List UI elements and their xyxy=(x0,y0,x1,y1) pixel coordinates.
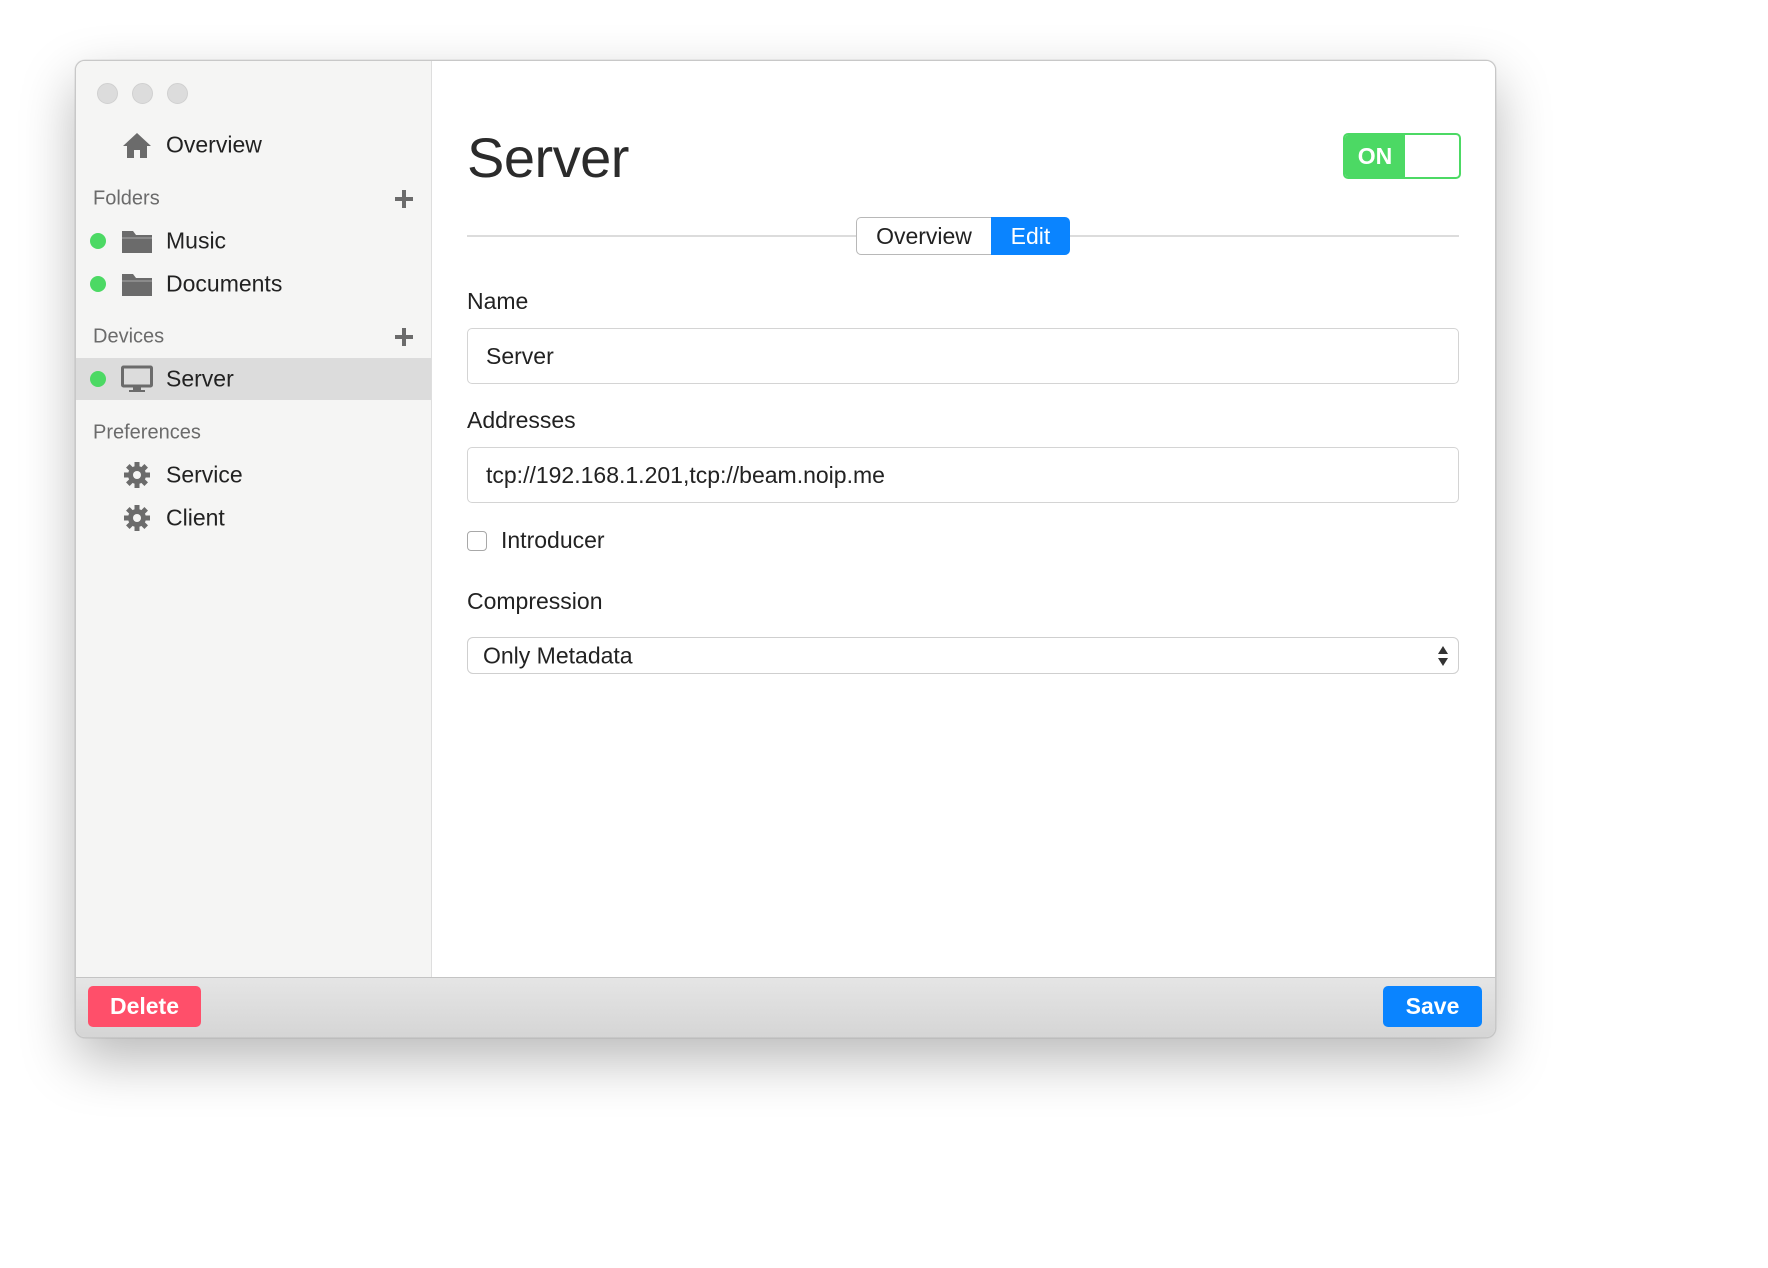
folder-icon xyxy=(122,231,152,253)
delete-button[interactable]: Delete xyxy=(88,986,201,1027)
view-segmented-control: Overview Edit xyxy=(856,217,1070,255)
add-folder-plus-icon[interactable] xyxy=(394,189,414,209)
sidebar-item-label: Music xyxy=(166,227,227,254)
sidebar-item-label: Service xyxy=(166,461,243,488)
gear-icon xyxy=(124,462,150,488)
home-icon xyxy=(123,133,151,158)
introducer-checkbox[interactable] xyxy=(467,530,487,551)
sidebar-item-server[interactable]: Server xyxy=(76,358,431,400)
select-arrows-icon xyxy=(1438,645,1448,666)
close-window-button[interactable] xyxy=(97,83,118,104)
sidebar-item-label: Documents xyxy=(166,270,283,297)
introducer-label: Introducer xyxy=(501,527,605,553)
folders-section-header: Folders xyxy=(76,184,431,214)
online-status-dot xyxy=(90,233,106,249)
sidebar-item-overview[interactable]: Overview xyxy=(76,124,431,166)
minimize-window-button[interactable] xyxy=(132,83,153,104)
footer-bar: Delete Save xyxy=(76,977,1495,1037)
section-title: Folders xyxy=(93,187,160,210)
name-label: Name xyxy=(467,288,529,314)
app-window: Overview Folders Music Documents Devices xyxy=(75,60,1496,1038)
save-button[interactable]: Save xyxy=(1383,986,1482,1027)
section-title: Preferences xyxy=(93,421,201,444)
device-enabled-toggle[interactable]: ON xyxy=(1343,133,1461,179)
tab-edit[interactable]: Edit xyxy=(991,217,1070,255)
compression-selected-value: Only Metadata xyxy=(483,642,633,668)
monitor-icon xyxy=(121,365,153,392)
window-controls xyxy=(97,83,188,104)
compression-select[interactable]: Only Metadata xyxy=(467,637,1459,674)
sidebar-item-service[interactable]: Service xyxy=(76,454,431,496)
introducer-row: Introducer xyxy=(467,527,605,554)
toggle-on-label: ON xyxy=(1345,135,1405,177)
detail-pane: Server ON Overview Edit Name Addresses I… xyxy=(432,61,1495,977)
sidebar-item-documents[interactable]: Documents xyxy=(76,263,431,305)
page-title: Server xyxy=(467,126,629,189)
sidebar-item-label: Server xyxy=(166,365,234,392)
zoom-window-button[interactable] xyxy=(167,83,188,104)
sidebar-item-label: Client xyxy=(166,504,225,531)
sidebar-item-label: Overview xyxy=(166,131,262,158)
addresses-label: Addresses xyxy=(467,407,576,433)
addresses-field[interactable] xyxy=(467,447,1459,503)
online-status-dot xyxy=(90,276,106,292)
section-title: Devices xyxy=(93,325,165,348)
gear-icon xyxy=(124,505,150,531)
folder-icon xyxy=(122,274,152,296)
add-device-plus-icon[interactable] xyxy=(394,327,414,347)
sidebar-item-client[interactable]: Client xyxy=(76,497,431,539)
sidebar-item-music[interactable]: Music xyxy=(76,220,431,262)
online-status-dot xyxy=(90,371,106,387)
tab-overview[interactable]: Overview xyxy=(856,217,991,255)
name-field[interactable] xyxy=(467,328,1459,384)
sidebar: Overview Folders Music Documents Devices xyxy=(76,61,432,977)
compression-label: Compression xyxy=(467,588,603,614)
preferences-section-header: Preferences xyxy=(76,418,431,448)
devices-section-header: Devices xyxy=(76,322,431,352)
